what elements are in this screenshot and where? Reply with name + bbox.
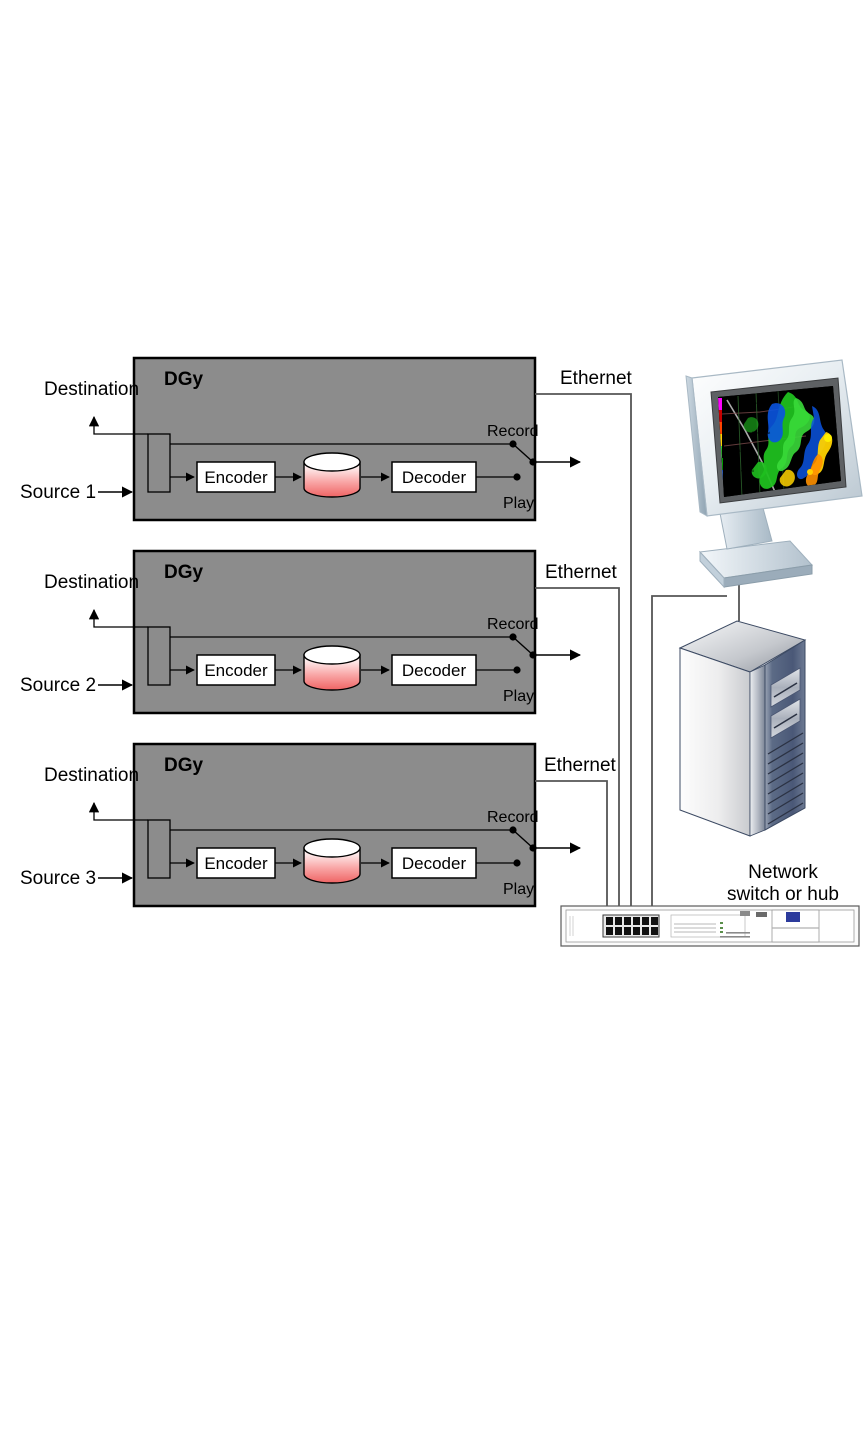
svg-text:Ormond: Ormond [741,469,754,473]
decoder-label-3: Decoder [402,854,467,873]
switch-brand-mark [740,911,750,916]
dgy-label-2: DGy [164,562,204,583]
source-label-2: Source 2 [20,675,96,696]
encoder-label-2: Encoder [204,661,268,680]
switch-pole-play-3[interactable] [513,859,521,867]
switch-pole-play-2[interactable] [513,666,521,674]
switch-pole-play-1[interactable] [513,473,521,481]
ethernet-label-2: Ethernet [545,562,618,583]
destination-label-2: Destination [44,572,139,593]
source-label-3: Source 3 [20,868,96,889]
network-switch-label-line2: switch or hub [727,884,839,905]
ethernet-cable-3 [535,780,608,912]
channel-group-3: DGy Source 3 Destination Encoder Decoder… [20,742,617,912]
dgy-label-1: DGy [164,369,204,390]
dgy-label-3: DGy [164,755,204,776]
ethernet-cable-1 [535,393,632,912]
server-side-face [679,647,751,837]
disk-cylinder-icon-1 [303,452,361,498]
play-label-2: Play [503,688,534,705]
play-label-3: Play [503,881,534,898]
lcd-monitor-icon: St. Augustine Palm Coast Ormond Deland [685,359,863,589]
decoder-label-2: Decoder [402,661,467,680]
record-label-2: Record [487,616,539,633]
record-label-3: Record [487,809,539,826]
diagram-svg: DGy Source 1 Destination Encoder Decoder… [20,356,863,947]
svg-text:Palm Coast: Palm Coast [752,431,770,435]
svg-text:Deland: Deland [735,449,746,453]
switch-led-panel [670,914,746,938]
switch-led-indicators [720,922,723,933]
network-switch-label-line1: Network [748,862,818,883]
play-label-1: Play [503,495,534,512]
record-label-1: Record [487,423,539,440]
encoder-label-3: Encoder [204,854,268,873]
disk-cylinder-icon-3 [303,838,361,884]
source-label-1: Source 1 [20,482,96,503]
destination-label-3: Destination [44,765,139,786]
svg-text:St. Augustine: St. Augustine [748,401,769,405]
network-switch-icon [560,905,860,947]
disk-cylinder-icon-2 [303,645,361,691]
ethernet-label-1: Ethernet [560,368,633,389]
destination-label-1: Destination [44,379,139,400]
ethernet-label-3: Ethernet [544,755,617,776]
switch-model-mark [756,912,767,917]
server-bezel-strip [749,664,766,837]
tower-server-icon [678,620,807,837]
switch-uplink-port [786,912,800,922]
decoder-label-1: Decoder [402,468,467,487]
encoder-label-1: Encoder [204,468,268,487]
diagram-canvas: DGy Source 1 Destination Encoder Decoder… [0,0,864,1450]
